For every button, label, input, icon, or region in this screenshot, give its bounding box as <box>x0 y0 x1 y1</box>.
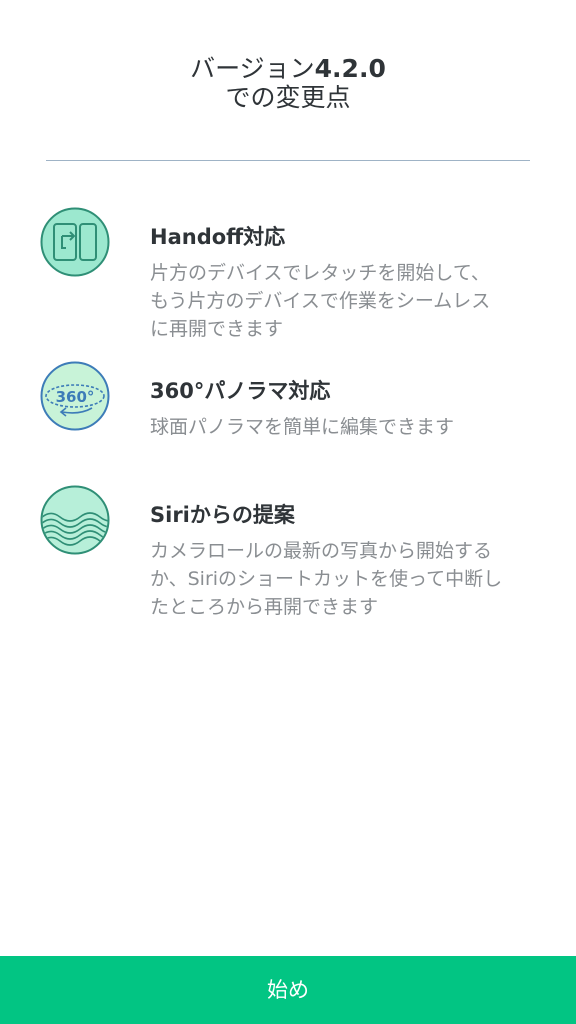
title-prefix: バージョン <box>190 54 315 83</box>
panorama-icon-label: 360° <box>56 388 95 406</box>
page-title: バージョン4.2.0 での変更点 <box>0 54 576 112</box>
description-line: 片方のデバイスでレタッチを開始して、 <box>150 262 490 284</box>
description-line: に再開できます <box>150 318 284 340</box>
title-line-1: バージョン4.2.0 <box>0 54 576 83</box>
feature-panorama-description: 球面パノラマを簡単に編集できます <box>150 413 550 441</box>
title-line-2: での変更点 <box>225 83 351 112</box>
whats-new-screen: バージョン4.2.0 での変更点 Handoff対応 片方のデバイスでレタッチを… <box>0 0 576 1024</box>
description-line: たところから再開できます <box>150 596 379 618</box>
panorama-360-icon: 360° <box>40 361 110 431</box>
description-line: か、Siriのショートカットを使って中断し <box>150 568 503 590</box>
handoff-devices-icon <box>40 207 110 277</box>
header-divider <box>46 160 530 161</box>
version-number: 4.2.0 <box>314 54 386 83</box>
siri-waves-icon <box>40 485 110 555</box>
start-button[interactable]: 始め <box>0 956 576 1024</box>
feature-handoff-description: 片方のデバイスでレタッチを開始して、 もう片方のデバイスで作業をシームレス に再… <box>150 259 550 343</box>
feature-siri-description: カメラロールの最新の写真から開始する か、Siriのショートカットを使って中断し… <box>150 537 550 621</box>
feature-siri-title: Siriからの提案 <box>150 503 295 527</box>
feature-panorama-title: 360°パノラマ対応 <box>150 379 331 403</box>
description-line: カメラロールの最新の写真から開始する <box>150 540 493 562</box>
description-line: もう片方のデバイスで作業をシームレス <box>150 290 491 312</box>
description-line: 球面パノラマを簡単に編集できます <box>150 416 455 438</box>
feature-handoff-title: Handoff対応 <box>150 225 286 249</box>
